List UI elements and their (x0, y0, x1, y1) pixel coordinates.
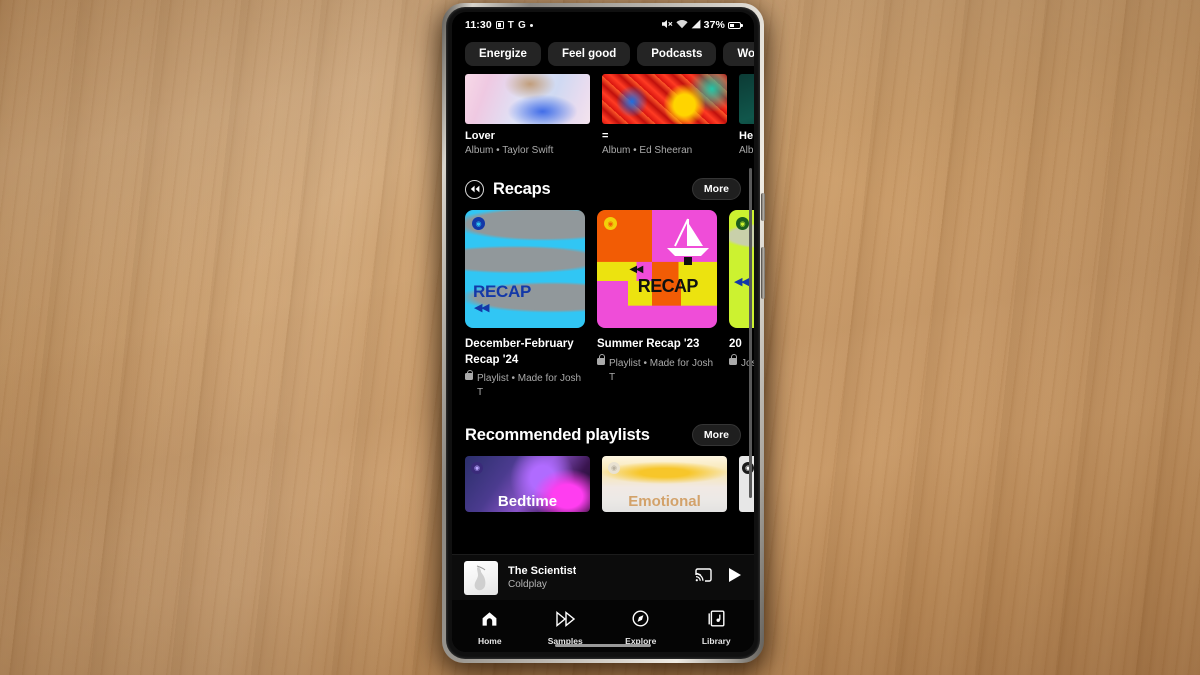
section-title-recaps: Recaps (493, 179, 551, 198)
recap-card[interactable]: ◉ RECAP ◀◀ December-February Recap '24 P… (465, 210, 585, 400)
signal-icon (691, 19, 701, 32)
chip-feel-good[interactable]: Feel good (547, 42, 631, 66)
playlist-badge-icon: ◉ (604, 217, 617, 230)
google-icon: G (518, 19, 526, 31)
recap-card[interactable]: ◉ ◀◀ RECAP Summer Recap '23 Playlist • M… (597, 210, 717, 400)
album-title: He (739, 130, 754, 142)
recap-meta: Playlist • Made for Josh T (465, 369, 585, 400)
nav-label-home: Home (477, 635, 502, 646)
lock-icon (597, 354, 606, 365)
playlist-card-emotional[interactable]: ◉ Emotional (602, 456, 727, 513)
now-playing-bar[interactable]: The Scientist Coldplay (452, 554, 754, 600)
wifi-icon (676, 19, 688, 32)
recommended-section-header: Recommended playlists More (452, 400, 754, 456)
album-title: = (602, 130, 609, 142)
recap-art-summer[interactable]: ◉ ◀◀ RECAP (597, 210, 717, 328)
dot-icon (529, 23, 533, 27)
phone-screen: 11:30 T G 37% Energize Feel good Podcast… (452, 12, 754, 652)
lock-icon (465, 369, 474, 381)
recaps-more-button[interactable]: More (691, 178, 741, 200)
battery-icon (728, 21, 743, 29)
now-playing-artwork (464, 560, 498, 595)
vertical-scrollbar[interactable] (749, 168, 752, 498)
album-art-partial[interactable] (739, 74, 754, 124)
category-chips[interactable]: Energize Feel good Podcasts Wor (452, 38, 754, 74)
album-card[interactable]: = Album • Ed Sheeran (602, 74, 727, 156)
playlist-label: Bedtime (497, 493, 558, 511)
recaps-carousel[interactable]: ◉ RECAP ◀◀ December-February Recap '24 P… (452, 210, 754, 400)
playlist-card-bedtime[interactable]: ◉ Bedtime (465, 456, 590, 513)
album-card[interactable]: He Alb (739, 74, 754, 156)
compass-icon (632, 610, 649, 632)
status-bar: 11:30 T G 37% (452, 12, 754, 38)
playlist-badge-icon: ◉ (471, 462, 483, 475)
recap-title: Summer Recap '23 (597, 338, 700, 350)
recap-meta: Playlist • Made for Josh T (597, 354, 717, 385)
battery-percent: 37% (703, 19, 725, 31)
recap-art-arrow: ◀◀ (629, 264, 643, 276)
album-art-equals[interactable] (602, 74, 727, 124)
home-gesture-indicator[interactable] (555, 644, 651, 647)
playlist-badge-icon: ◉ (736, 217, 749, 230)
section-title-recommended: Recommended playlists (465, 425, 650, 444)
nav-item-home[interactable]: Home (452, 607, 528, 646)
album-art-lover[interactable] (465, 74, 590, 124)
recommended-more-button[interactable]: More (691, 424, 741, 447)
now-playing-title: The Scientist (508, 565, 577, 577)
album-subtitle: Album • Taylor Swift (465, 145, 554, 156)
album-subtitle: Album • Ed Sheeran (602, 145, 693, 156)
play-icon[interactable] (728, 567, 742, 588)
cast-icon[interactable] (695, 568, 712, 587)
album-title: Lover (465, 130, 495, 142)
recap-meta-text: Playlist • Made for Josh T (609, 357, 714, 383)
status-bar-right: 37% (661, 19, 743, 32)
albums-carousel[interactable]: Lover Album • Taylor Swift = Album • Ed … (452, 74, 754, 156)
recaps-section-header: Recaps More (452, 156, 754, 210)
chip-energize[interactable]: Energize (465, 42, 541, 66)
power-button[interactable] (761, 247, 765, 299)
vpn-icon: T (507, 19, 514, 31)
status-bar-left: 11:30 T G (465, 19, 533, 31)
mute-icon (661, 19, 673, 32)
samples-icon (556, 610, 575, 632)
chip-workout[interactable]: Wor (723, 42, 754, 66)
playlist-badge-icon: ◉ (472, 217, 485, 230)
playlist-badge-icon: ◉ (742, 462, 754, 475)
nav-item-samples[interactable]: Samples (528, 607, 604, 646)
recap-art-label: RECAP (637, 276, 699, 297)
now-playing-text: The Scientist Coldplay (508, 565, 576, 590)
recap-meta-text: Playlist • Made for Josh T (477, 373, 582, 399)
status-time: 11:30 (465, 19, 492, 31)
recommended-carousel[interactable]: ◉ Bedtime ◉ Emotional ◉ (452, 456, 754, 513)
now-playing-artist: Coldplay (508, 579, 547, 590)
volume-button[interactable] (761, 193, 765, 221)
nav-item-library[interactable]: Library (679, 606, 755, 646)
recap-art-december-february[interactable]: ◉ RECAP ◀◀ (465, 210, 585, 328)
album-subtitle: Alb (739, 145, 754, 156)
rewind-icon (465, 179, 484, 199)
recap-art-arrow: ◀◀ (474, 302, 489, 314)
playlist-badge-icon: ◉ (608, 462, 620, 475)
recap-art-arrow: ◀◀ (734, 275, 749, 288)
playlist-label: Emotional (628, 493, 701, 511)
recap-art-label: RECAP (473, 282, 532, 301)
recap-meta-text: Jos (741, 357, 754, 369)
home-icon (481, 611, 498, 632)
screenshot-icon (495, 21, 504, 29)
sailboat-graphic (667, 218, 710, 265)
album-card[interactable]: Lover Album • Taylor Swift (465, 74, 590, 156)
recap-title: December-February Recap '24 (465, 338, 574, 366)
nav-label-library: Library (701, 636, 731, 646)
home-feed[interactable]: Lover Album • Taylor Swift = Album • Ed … (452, 74, 754, 534)
lock-icon (729, 354, 738, 365)
now-playing-actions (695, 567, 742, 588)
chip-podcasts[interactable]: Podcasts (637, 42, 717, 66)
library-icon (708, 610, 725, 632)
nav-item-explore[interactable]: Explore (603, 606, 679, 646)
